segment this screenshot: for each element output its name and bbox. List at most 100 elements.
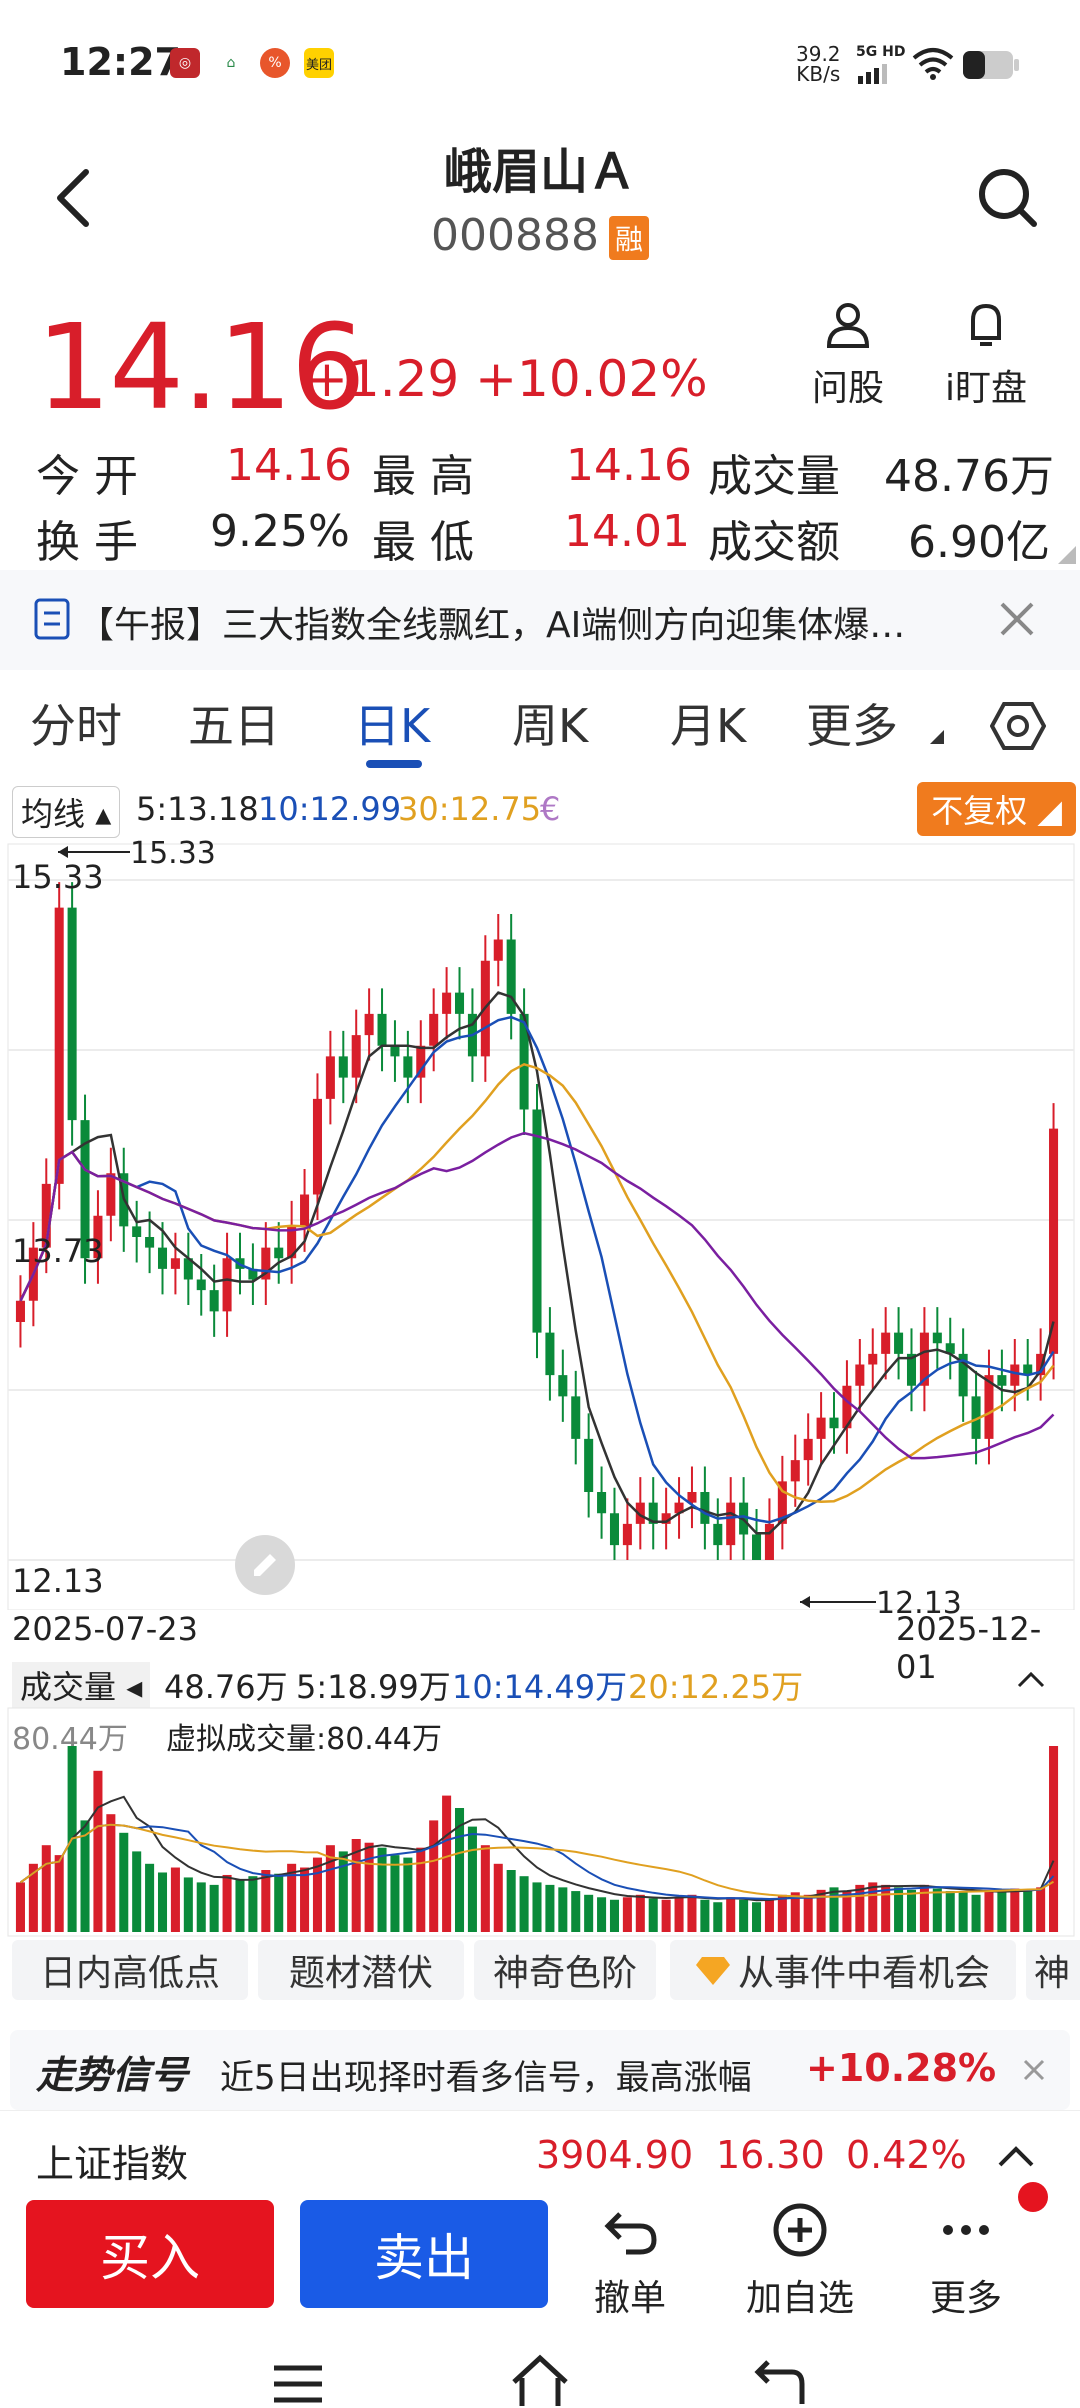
battery-icon [963,51,1019,79]
tab-daily-k[interactable]: 日K [354,690,430,756]
feature-tab-intraday-high-low[interactable]: 日内高低点 [12,1940,248,2000]
watch-button[interactable]: i盯盘 [926,300,1046,411]
feature-tab-overflow[interactable]: 神 [1026,1940,1080,2000]
change-amount: +1.29 [306,350,460,408]
signal-value: +10.28% [806,2046,997,2090]
signal-close-icon[interactable] [1022,2058,1046,2082]
feature-tab-theme[interactable]: 题材潜伏 [258,1940,464,2000]
volume-bar [997,1891,1007,1932]
more-actions-button[interactable]: 更多 [916,2200,1016,2321]
add-watchlist-button[interactable]: 加自选 [738,2200,862,2321]
tab-weekly-k[interactable]: 周K [512,690,588,756]
volume-label: 成交量 [708,451,840,502]
back-nav-icon[interactable] [752,2356,808,2406]
tab-more[interactable]: 更多 [806,690,898,756]
low-label: 最 低 [372,517,474,568]
index-ticker[interactable]: 上证指数 3904.90 16.30 0.42% [0,2110,1080,2201]
home-icon[interactable] [508,2354,572,2406]
volume-bar [54,1855,64,1932]
volume-bar [519,1876,529,1932]
candle-body [571,1396,581,1439]
candle-body [855,1364,865,1386]
draw-tool-icon[interactable] [234,1534,296,1596]
trend-signal-bar[interactable]: 走势信号 近5日出现择时看多信号，最高涨幅 +10.28% [10,2030,1070,2110]
tab-monthly-k[interactable]: 月K [670,690,746,756]
bell-icon [971,303,1001,346]
volume-bar [1023,1889,1033,1932]
volume-bar [196,1882,206,1932]
volume-bar [1036,1887,1046,1932]
volume-bar [467,1826,477,1932]
candle-body [15,1300,25,1322]
volume-bar [377,1847,387,1932]
volume-bar [700,1899,710,1932]
tab-five-day[interactable]: 五日 [188,690,280,756]
news-text[interactable]: 【午报】三大指数全线飘红，AI端侧方向迎集体爆… [78,596,905,648]
candle-body [700,1492,710,1524]
volume-legend: 成交量 ◂ 48.76万 5:18.99万 10:14.49万 20:12.25… [0,1660,1080,1708]
buy-button[interactable]: 买入 [26,2200,274,2308]
close-icon[interactable] [998,600,1036,638]
stock-code-row: 000888 融 [0,210,1080,261]
search-icon[interactable] [976,166,1040,230]
change-percent: +10.02% [475,350,708,408]
candle-body [351,1035,361,1078]
ask-stock-button[interactable]: 问股 [788,300,908,411]
volume-bar [984,1889,994,1932]
index-change: 16.30 [716,2133,825,2177]
feature-tab-color-scale[interactable]: 神奇色阶 [474,1940,656,2000]
adjust-mode-button[interactable]: 不复权 ◢ [917,782,1076,836]
menu-icon[interactable] [270,2360,326,2406]
expand-up-icon[interactable] [996,2143,1036,2169]
more-dots-icon [943,2225,989,2235]
ma-selector[interactable]: 均线 ▴ [12,786,121,838]
wifi-icon [912,48,954,80]
candle-body [196,1279,206,1291]
candle-body [932,1332,942,1344]
candle-body [493,939,503,961]
max-price-marker: 15.33 [130,836,216,871]
add-circle-icon [773,2203,827,2257]
volume-bar [209,1884,219,1932]
tab-intraday[interactable]: 分时 [30,690,122,756]
collapse-icon[interactable] [1016,1670,1046,1690]
clock: 12:27 [60,40,181,84]
candle-body [881,1332,891,1354]
discount-app-icon: % [260,48,290,78]
candle-body [403,1056,413,1078]
y-top-label: 15.33 [12,858,104,896]
sell-button[interactable]: 卖出 [300,2200,548,2308]
volume-bar [15,1882,25,1932]
price-change: +1.29 +10.02% [306,350,708,408]
candle-body [338,1056,348,1078]
candle-body [894,1332,904,1354]
watch-label: i盯盘 [944,368,1027,409]
undo-icon [604,2212,657,2255]
expand-corner-icon[interactable] [1058,546,1076,564]
volume-bar [648,1898,658,1932]
ask-stock-label: 问股 [811,368,884,409]
feature-tab-events[interactable]: 从事件中看机会 [670,1940,1016,2000]
trade-action-bar: 买入 卖出 撤单 加自选 更多 [0,2182,1080,2340]
volume-bar [364,1842,374,1932]
volume-bar [855,1884,865,1932]
candlestick-chart[interactable] [0,840,1080,1610]
news-banner[interactable]: 【午报】三大指数全线飘红，AI端侧方向迎集体爆… [0,570,1080,670]
volume-bar [274,1873,284,1932]
candle-body [532,1109,542,1333]
add-watchlist-label: 加自选 [745,2278,854,2319]
settings-icon[interactable] [990,698,1046,754]
signal-text: 近5日出现择时看多信号，最高涨幅 [220,2058,752,2098]
volume-bar [739,1899,749,1932]
feature-tabs: 日内高低点 题材潜伏 神奇色阶 从事件中看机会 神 [0,1940,1080,2010]
turnover-label: 换 手 [36,517,138,568]
volume-chart[interactable] [0,1706,1080,1938]
volume-bar [545,1884,555,1932]
volume-bar [532,1882,542,1932]
ma10-value: 10:12.99 [258,790,402,828]
notification-dot [1018,2182,1048,2212]
volume-selector[interactable]: 成交量 ◂ [12,1662,151,1708]
volume-bar [145,1863,155,1932]
open-label: 今 开 [36,451,138,502]
cancel-order-button[interactable]: 撤单 [580,2200,680,2321]
